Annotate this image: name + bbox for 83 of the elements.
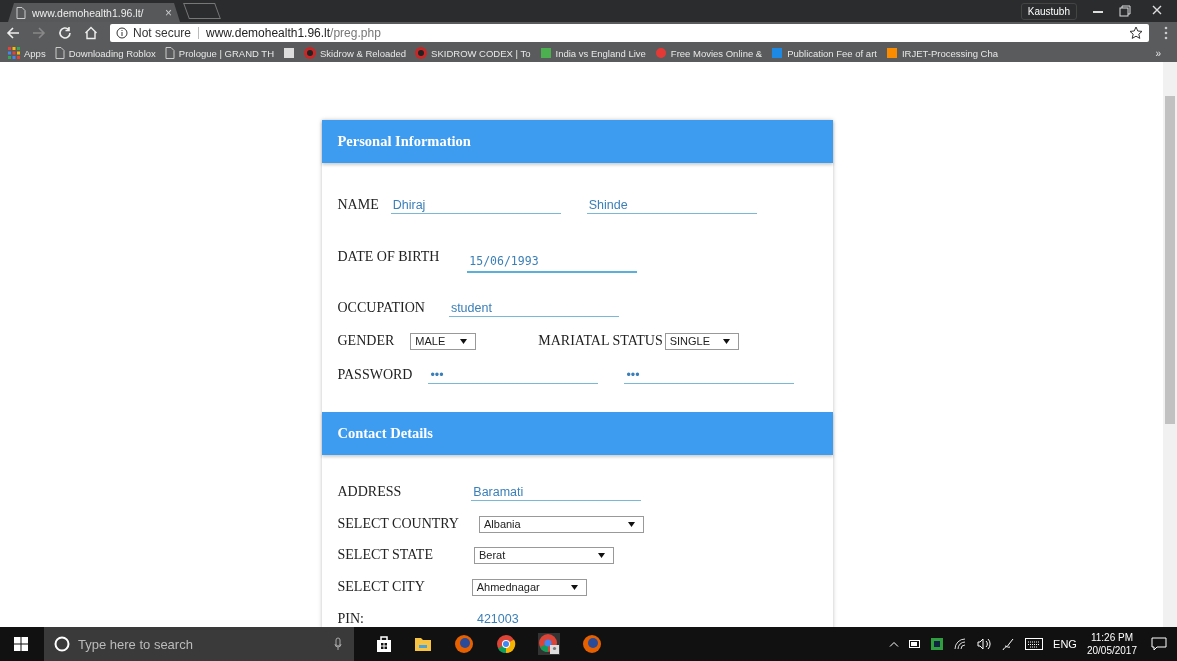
field-label: GENDER: [337, 333, 395, 349]
bookmark[interactable]: Prologue | GRAND TH: [164, 47, 274, 59]
input-field[interactable]: •••: [428, 366, 599, 384]
url-text: www.demohealth1.96.lt/preg.php: [206, 26, 381, 40]
dropdown[interactable]: MALE: [410, 332, 477, 350]
caret-icon: [628, 521, 635, 527]
square-icon[interactable]: [885, 47, 898, 59]
reload-icon[interactable]: [58, 26, 72, 40]
bookmark[interactable]: SKIDROW CODEX | To: [415, 47, 531, 59]
bookmark[interactable]: IRJET-Processing Cha: [885, 47, 999, 59]
dropdown[interactable]: SINGLE: [664, 332, 739, 350]
clock[interactable]: 11:26 PM 20/05/2017: [1086, 631, 1137, 657]
bookmark[interactable]: Free Movies Online &: [654, 47, 763, 59]
page-icon[interactable]: [54, 47, 65, 59]
address-bar[interactable]: Not secure www.demohealth1.96.lt/preg.php: [110, 24, 1149, 42]
caret-icon: [722, 338, 730, 344]
field-label: DATE OF BIRTH: [337, 249, 440, 265]
field-label: PASSWORD: [337, 367, 413, 383]
taskbar-search-field[interactable]: Type here to search: [44, 627, 354, 661]
field-label: SELECT COUNTRY: [337, 516, 459, 532]
chevron-up-icon[interactable]: [889, 641, 900, 647]
page-icon[interactable]: [164, 47, 175, 59]
security-label: Not secure: [133, 26, 192, 40]
bookmark[interactable]: India vs England Live: [539, 47, 646, 59]
circle-icon[interactable]: [415, 47, 428, 59]
field-label: NAME: [337, 197, 379, 213]
field-label: ADDRESS: [337, 484, 402, 500]
section-header: Contact Details: [321, 412, 833, 455]
section-header: Personal Information: [321, 120, 833, 163]
language-indicator[interactable]: ENG: [1053, 638, 1077, 650]
microphone-icon[interactable]: [334, 637, 342, 651]
tab-title: www.demohealth1.96.lt/: [32, 6, 144, 19]
scrollbar[interactable]: [1163, 62, 1177, 627]
input-field[interactable]: Shinde: [586, 196, 757, 214]
firefox-icon[interactable]: [582, 634, 602, 654]
folder-icon[interactable]: [414, 636, 432, 652]
input-field[interactable]: Dhiraj: [390, 196, 561, 214]
battery-icon[interactable]: [909, 640, 922, 648]
field-label: MARIATAL STATUS: [538, 333, 663, 349]
app-tray-icon[interactable]: [931, 638, 944, 650]
browser-tab[interactable]: www.demohealth1.96.lt/ ×: [8, 3, 180, 22]
caret-icon: [570, 584, 578, 590]
field-label: SELECT STATE: [337, 547, 433, 563]
dropdown[interactable]: Albania: [479, 515, 644, 533]
back-icon[interactable]: [6, 26, 20, 40]
info-icon: [116, 27, 128, 39]
input-field[interactable]: 15/06/1993: [467, 251, 638, 273]
more-bookmarks-button[interactable]: »: [1155, 47, 1161, 59]
input-field[interactable]: •••: [624, 366, 795, 384]
apps-grid-icon[interactable]: [8, 47, 20, 59]
profile-button[interactable]: Kaustubh: [1020, 2, 1077, 20]
input-field[interactable]: student: [448, 299, 619, 317]
field-value: 421003: [476, 612, 519, 626]
circle-icon[interactable]: [304, 47, 316, 59]
field-label: OCCUPATION: [337, 300, 425, 316]
bookmark[interactable]: Skidrow & Reloaded: [304, 47, 407, 59]
page-icon: [16, 6, 26, 19]
input-field[interactable]: Baramati: [471, 483, 642, 501]
home-icon[interactable]: [84, 26, 98, 40]
bookmark[interactable]: Downloading Roblox: [54, 47, 156, 59]
caret-icon: [460, 338, 468, 344]
volume-icon[interactable]: [977, 638, 992, 650]
star-icon[interactable]: [1129, 26, 1143, 40]
chrome-icon[interactable]: [496, 634, 516, 654]
keyboard-icon[interactable]: [1025, 638, 1044, 650]
firefox-icon[interactable]: [454, 634, 474, 654]
cortana-icon: [54, 636, 70, 652]
pen-icon[interactable]: [1001, 637, 1016, 651]
bookmark[interactable]: Publication Fee of art: [771, 47, 877, 59]
notification-icon[interactable]: [1151, 637, 1167, 651]
new-tab-button[interactable]: [183, 3, 221, 19]
tab-close-button[interactable]: ×: [165, 5, 172, 20]
wifi-icon[interactable]: [953, 638, 968, 650]
windows-start-icon[interactable]: [14, 637, 28, 651]
dropdown[interactable]: Berat: [473, 546, 614, 564]
field-label: PIN:: [337, 611, 364, 627]
square-icon[interactable]: [283, 47, 295, 59]
caret-icon: [597, 552, 605, 558]
dropdown[interactable]: Ahmednagar: [471, 578, 587, 596]
bookmark[interactable]: Apps: [8, 47, 46, 59]
field-label: SELECT CITY: [337, 579, 425, 595]
chrome-profile-icon[interactable]: [538, 633, 560, 655]
store-icon[interactable]: [376, 635, 392, 653]
